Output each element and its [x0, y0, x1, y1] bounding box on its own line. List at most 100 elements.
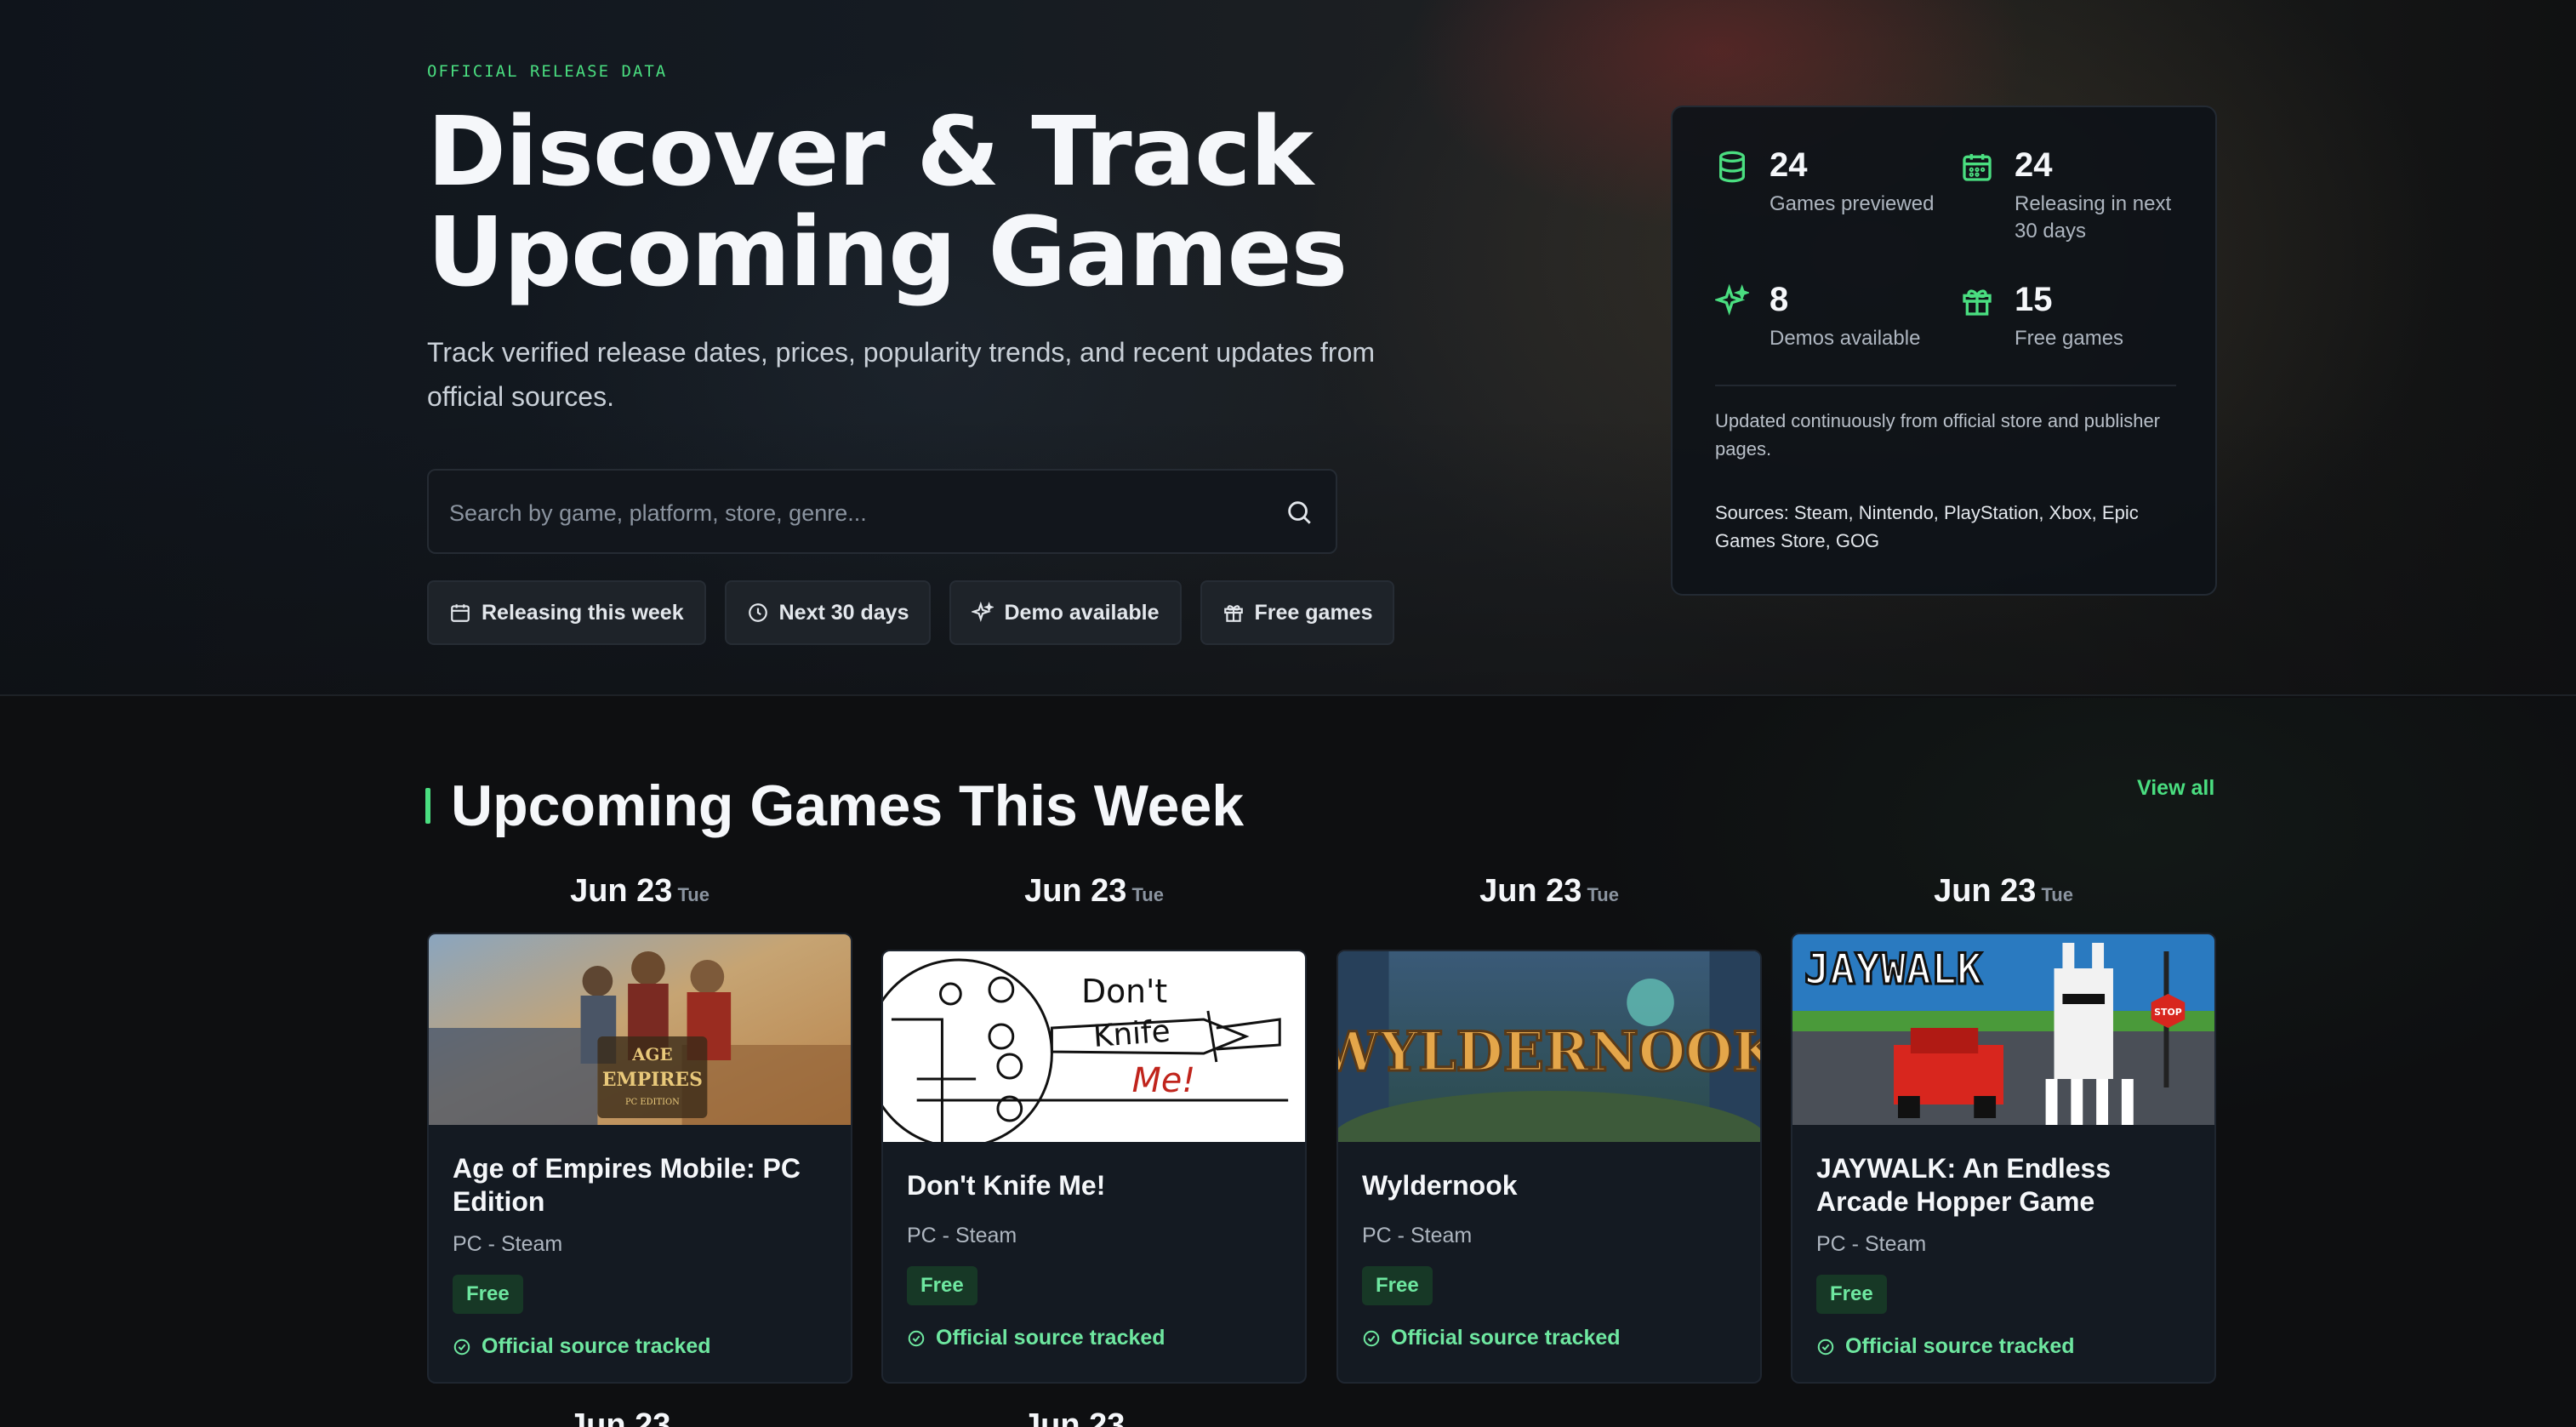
wyldernook-cover-art: WYLDERNOOK: [1338, 951, 1760, 1142]
stat-value: 15: [2015, 281, 2053, 318]
jaywalk-cover-art: STOP JAYWALK: [1792, 934, 2214, 1125]
art-text: JAYWALK: [1804, 945, 1982, 994]
search-box: [427, 469, 1337, 554]
search-input[interactable]: [449, 494, 1266, 532]
filter-next-30-days[interactable]: Next 30 days: [724, 580, 932, 645]
stat-value: 8: [1770, 281, 1789, 318]
price-badge: Free: [907, 1266, 977, 1305]
official-source-status: Official source tracked: [1816, 1334, 2075, 1359]
stats-panel: 24 Games previewed 24 Releasing in next …: [1671, 106, 2217, 596]
filter-label: Next 30 days: [778, 600, 909, 625]
gift-icon: [1963, 289, 1992, 316]
tracked-label: Official source tracked: [936, 1326, 1165, 1350]
filter-label: Demo available: [1004, 600, 1160, 625]
filter-releasing-this-week[interactable]: Releasing this week: [427, 580, 706, 645]
art-text: AGE: [631, 1044, 672, 1065]
game-card[interactable]: STOP JAYWALK JAYWALK: An Endless Arcade …: [1791, 933, 2216, 1384]
hero-subtitle-line-2: official sources.: [427, 381, 614, 412]
release-date-day: Jun 23: [1479, 873, 1582, 909]
game-platform: PC - Steam: [453, 1232, 563, 1256]
game-cover-image: STOP JAYWALK: [1792, 934, 2214, 1125]
stat-label: Free games: [2015, 327, 2124, 350]
release-date: Jun 23: [1023, 1407, 1126, 1427]
price-badge: Free: [1816, 1275, 1887, 1314]
hero-banner: OFFICIAL RELEASE DATA Discover & Track U…: [0, 0, 2576, 696]
hero-eyebrow: OFFICIAL RELEASE DATA: [427, 62, 668, 81]
filter-label: Releasing this week: [482, 600, 684, 625]
age-of-empires-cover-art: AGE EMPIRES PC EDITION: [429, 934, 851, 1125]
release-date: Jun 23 Tue: [1791, 873, 2216, 910]
hero-subtitle: Track verified release dates, prices, po…: [427, 330, 1448, 419]
release-date: Jun 23 Tue: [427, 873, 852, 910]
release-date-weekday: Tue: [1131, 884, 1164, 905]
release-date: Jun 23 Tue: [1336, 873, 1762, 910]
game-platform: PC - Steam: [1816, 1232, 1927, 1256]
stats-note: Updated continuously from official store…: [1715, 410, 2161, 459]
game-card[interactable]: Don't Knife Me! Don't Knife Me! PC - Ste…: [881, 950, 1307, 1384]
stat-value: 24: [2015, 146, 2053, 184]
release-date-day: Jun 23: [1934, 873, 2037, 909]
database-icon: [1719, 151, 1745, 183]
game-title[interactable]: Wyldernook: [1362, 1169, 1736, 1202]
price-badge: Free: [1362, 1266, 1433, 1305]
art-text: EMPIRES: [602, 1069, 703, 1091]
stat-label: Releasing in next 30 days: [2015, 192, 2172, 243]
game-cover-image: Don't Knife Me!: [883, 951, 1305, 1142]
tracked-label: Official source tracked: [1845, 1334, 2075, 1358]
art-text: PC EDITION: [625, 1098, 680, 1107]
game-title[interactable]: Age of Empires Mobile: PC Edition: [453, 1152, 827, 1219]
release-date: Jun 23 Tue: [881, 873, 1307, 910]
release-date-weekday: Tue: [2041, 884, 2073, 905]
game-cover-image: WYLDERNOOK: [1338, 951, 1760, 1142]
dont-knife-me-cover-art: Don't Knife Me!: [883, 951, 1305, 1142]
check-circle-icon: [1817, 1339, 1834, 1355]
divider: [1715, 385, 2176, 386]
hero-content: OFFICIAL RELEASE DATA Discover & Track U…: [427, 0, 2217, 696]
sparkles-icon: [1715, 284, 1749, 316]
stats-sources: Sources: Steam, Nintendo, PlayStation, X…: [1715, 502, 2139, 551]
release-date-day: Jun 23: [570, 873, 673, 909]
stat-label: Games previewed: [1770, 192, 1935, 215]
release-date-weekday: Tue: [677, 884, 710, 905]
clock-icon: [748, 603, 767, 622]
game-cover-image: AGE EMPIRES PC EDITION: [429, 934, 851, 1125]
game-platform: PC - Steam: [1362, 1224, 1473, 1247]
game-platform: PC - Steam: [907, 1224, 1017, 1247]
upcoming-this-week-section: Upcoming Games This Week View all Jun 23…: [0, 698, 2576, 1427]
filter-demo-available[interactable]: Demo available: [949, 580, 1182, 645]
game-card[interactable]: WYLDERNOOK Wyldernook PC - Steam Free Of…: [1336, 950, 1762, 1384]
section-title: Upcoming Games This Week: [451, 773, 1245, 838]
filter-free-games[interactable]: Free games: [1200, 580, 1395, 645]
view-all-link[interactable]: View all: [2137, 776, 2214, 801]
page-title-line-2: Upcoming Games: [427, 197, 1348, 308]
check-circle-icon: [1363, 1330, 1380, 1346]
art-text: Don't: [1081, 973, 1167, 1010]
calendar-icon: [451, 604, 470, 622]
check-circle-icon: [453, 1339, 470, 1355]
art-text: WYLDERNOOK: [1338, 1020, 1760, 1084]
search-icon[interactable]: [1285, 498, 1314, 527]
official-source-status: Official source tracked: [1362, 1326, 1621, 1350]
official-source-status: Official source tracked: [907, 1326, 1165, 1350]
stat-label: Demos available: [1770, 327, 1921, 350]
page-title: Discover & Track Upcoming Games: [427, 102, 1533, 303]
release-date-day: Jun 23: [1024, 873, 1127, 909]
tracked-label: Official source tracked: [482, 1334, 711, 1358]
sparkles-icon: [972, 602, 994, 623]
game-title[interactable]: JAYWALK: An Endless Arcade Hopper Game: [1816, 1152, 2191, 1219]
gift-icon: [1223, 605, 1243, 622]
quick-filters: Releasing this week Next 30 days Demo av…: [427, 580, 1395, 645]
game-title[interactable]: Don't Knife Me!: [907, 1169, 1281, 1202]
tracked-label: Official source tracked: [1391, 1326, 1621, 1350]
art-text: Me!: [1132, 1061, 1196, 1100]
art-text: Knife: [1092, 1014, 1171, 1054]
stat-value: 24: [1770, 146, 1808, 184]
game-card[interactable]: AGE EMPIRES PC EDITION Age of Empires Mo…: [427, 933, 852, 1384]
check-circle-icon: [908, 1330, 925, 1346]
official-source-status: Official source tracked: [453, 1334, 711, 1359]
filter-label: Free games: [1254, 600, 1373, 625]
section-accent-bar: [425, 788, 430, 824]
page-title-line-1: Discover & Track: [427, 97, 1314, 208]
calendar-icon: [1963, 154, 1992, 181]
price-badge: Free: [453, 1275, 523, 1314]
